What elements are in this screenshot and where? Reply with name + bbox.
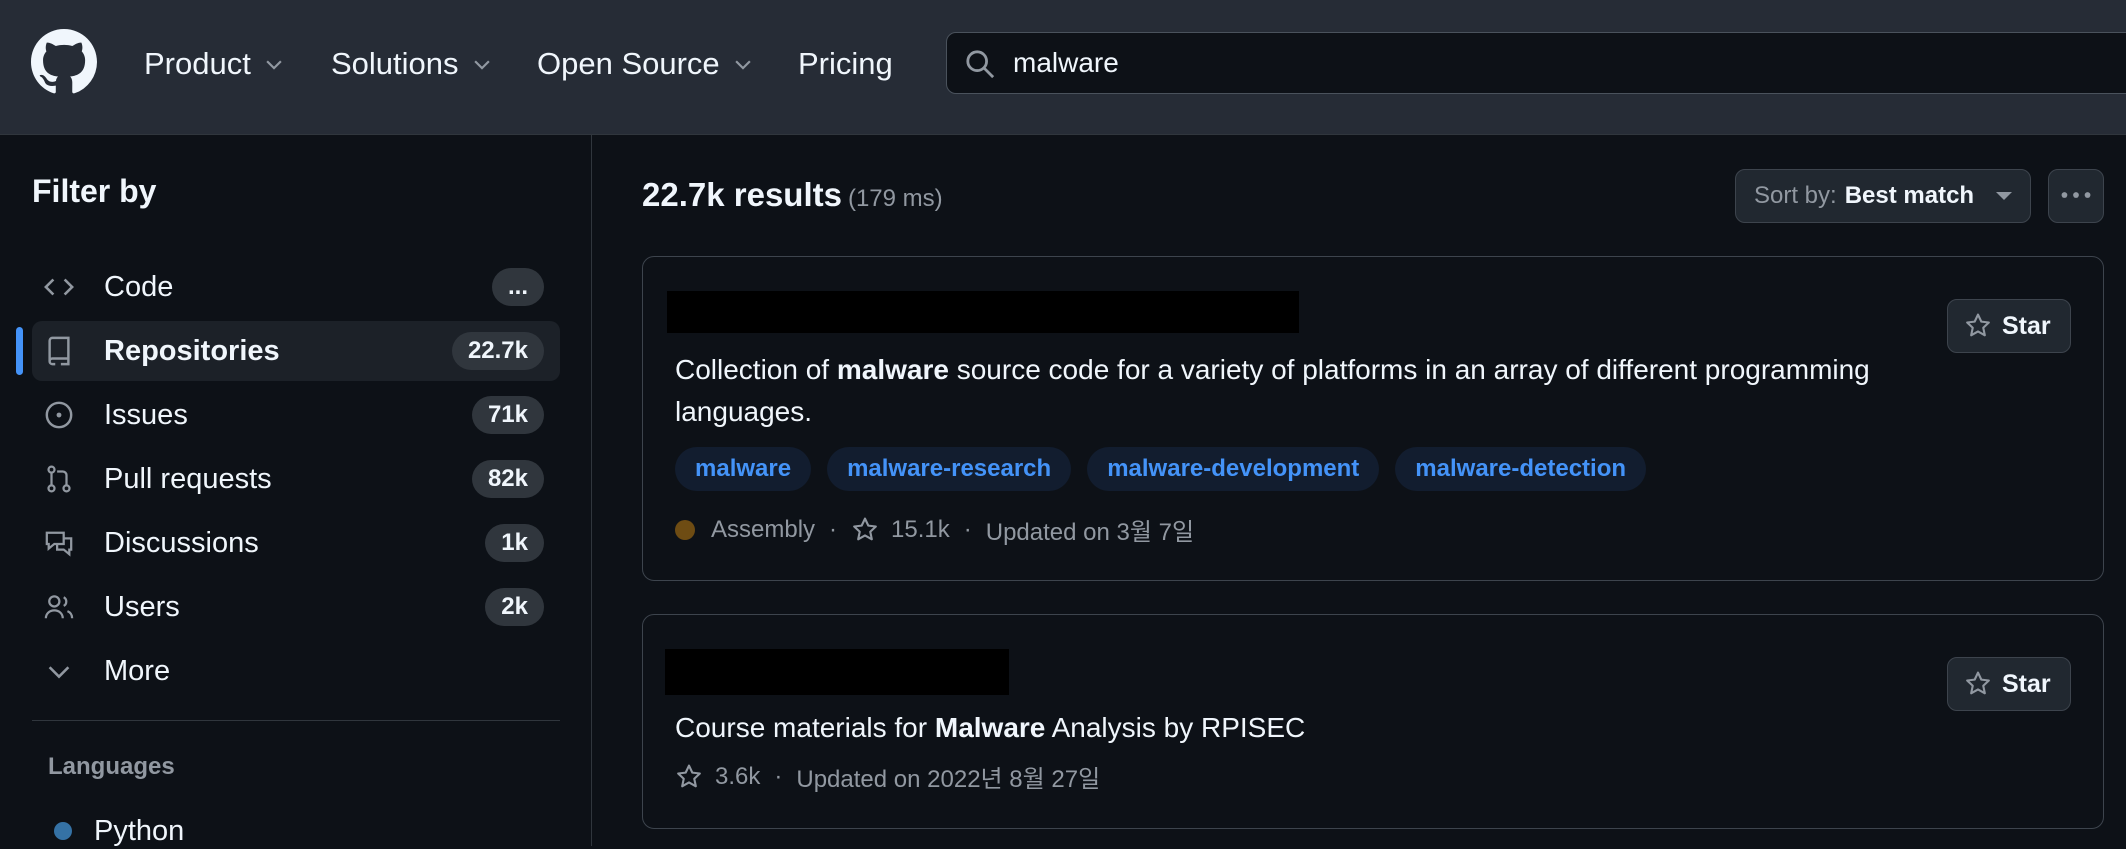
desc-highlight: malware [836,354,949,385]
repo-meta: Assembly · 15.1k · Updated on 3월 7일 [675,512,1194,547]
count-badge: 1k [485,524,544,562]
more-options-button[interactable] [2048,169,2104,223]
topic-tag[interactable]: malware-development [1087,447,1380,491]
topic-tag[interactable]: malware [675,447,812,491]
issue-icon [45,401,73,429]
repo-result-card: Star Course materials for Malware Analys… [642,614,2104,829]
desc-text: Course materials for [675,712,935,743]
star-label: Star [2002,669,2051,698]
sidebar-item-label: Repositories [104,334,280,367]
nav-open-source-label: Open Source [537,46,720,81]
sidebar-item-users[interactable]: Users 2k [32,577,560,637]
nav-pricing-label: Pricing [798,46,893,81]
redacted-repo-name [667,291,1299,333]
discussion-icon [45,531,73,557]
sidebar-item-label: Issues [104,398,188,431]
top-header: Product Solutions Open Source Pricing ma… [0,0,2126,135]
count-badge: 2k [485,588,544,626]
nav-solutions[interactable]: Solutions [331,44,493,84]
sidebar-item-issues[interactable]: Issues 71k [32,385,560,445]
star-label: Star [2002,311,2051,340]
nav-product[interactable]: Product [144,44,285,84]
sidebar-item-label: Discussions [104,526,259,559]
chevron-down-icon [266,60,282,70]
sidebar-item-pull-requests[interactable]: Pull requests 82k [32,449,560,509]
sidebar-item-more[interactable]: More [32,641,560,701]
star-count[interactable]: 15.1k [891,516,950,544]
sort-button[interactable]: Sort by: Best match [1735,169,2031,223]
count-badge: ... [491,268,544,306]
star-icon [1966,671,1990,695]
star-count[interactable]: 3.6k [715,763,760,791]
results-count: 22.7k results [642,176,842,213]
redacted-repo-name [665,649,1009,695]
sort-key: Sort by: [1754,182,1837,209]
repo-description: Course materials for Malware Analysis by… [675,707,1983,749]
star-button[interactable]: Star [1947,299,2071,353]
desc-text: Collection of [675,354,837,385]
search-query: malware [1013,47,1119,78]
topic-tag[interactable]: malware-research [827,447,1072,491]
sidebar-item-label: Code [104,270,174,303]
count-badge: 82k [471,460,544,498]
star-button[interactable]: Star [1947,657,2071,711]
sort-value: Best match [1844,182,1975,209]
results-heading: 22.7k results (179 ms) [642,176,943,214]
pull-request-icon [47,465,71,493]
separator: · [829,515,838,543]
github-logo-icon[interactable] [31,29,97,95]
star-icon [853,517,877,540]
sidebar-item-discussions[interactable]: Discussions 1k [32,513,560,573]
search-input[interactable]: malware [946,32,2126,94]
chevron-down-icon [735,60,751,70]
sidebar-divider [32,720,560,721]
repo-description: Collection of malware source code for a … [675,349,1983,433]
sidebar-item-label: Users [104,590,180,623]
separator: · [774,762,783,790]
active-indicator [16,327,23,375]
language-label: Python [94,814,185,847]
sidebar-item-label: Pull requests [104,462,272,495]
nav-solutions-label: Solutions [331,46,459,81]
sidebar-item-repositories[interactable]: Repositories 22.7k [32,321,560,381]
kebab-horizontal-icon [2061,192,2091,198]
chevron-down-icon [473,60,490,70]
languages-heading: Languages [48,753,175,780]
chevron-down-icon [48,666,70,679]
language-filter-python[interactable]: Python [54,813,184,849]
search-icon [966,50,995,79]
filter-title: Filter by [32,173,157,209]
repo-meta: 3.6k · Updated on 2022년 8월 27일 [675,759,1100,794]
desc-highlight: Malware [934,712,1046,743]
star-icon [1966,313,1990,337]
nav-product-label: Product [144,46,251,81]
results-time: (179 ms) [847,185,943,212]
updated-date: Updated on 3월 7일 [985,519,1195,546]
language-color-dot [675,519,695,540]
updated-date: Updated on 2022년 8월 27일 [796,766,1101,793]
separator: · [963,515,972,543]
nav-open-source[interactable]: Open Source [537,44,754,84]
language-color-dot [54,822,72,840]
caret-down-icon [1996,192,2012,200]
count-badge: 71k [471,396,544,434]
repo-icon [48,336,70,366]
sidebar-item-code[interactable]: Code ... [32,257,560,317]
repo-language: Assembly [711,515,816,543]
topic-tag[interactable]: malware-detection [1395,447,1647,491]
sidebar-item-label: More [104,654,171,687]
nav-pricing[interactable]: Pricing [798,44,893,84]
repo-result-card: Star Collection of malware source code f… [642,256,2104,581]
desc-text: Analysis by RPISEC [1045,712,1306,743]
count-badge: 22.7k [451,332,544,370]
topic-list: malware malware-research malware-develop… [675,447,1662,491]
code-icon [44,278,74,296]
filter-sidebar: Filter by Code ... Repositories 22.7k Is… [0,135,592,849]
star-icon [677,764,701,787]
users-icon [44,595,74,619]
